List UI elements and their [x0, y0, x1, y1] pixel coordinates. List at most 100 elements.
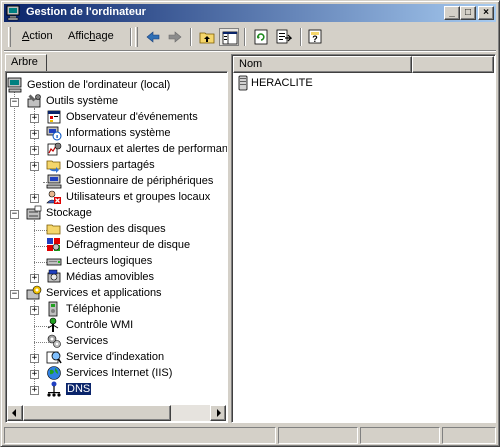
collapse-toggle[interactable]: − — [10, 290, 19, 299]
scroll-thumb[interactable] — [23, 405, 171, 421]
list-item[interactable]: HERACLITE — [235, 75, 435, 91]
tree-label: Service d'indexation — [66, 351, 165, 363]
status-bar-pane — [360, 427, 440, 444]
list-item-label: HERACLITE — [251, 77, 313, 89]
tree-item-disk-management[interactable]: Gestion des disques — [46, 221, 226, 237]
tree-item-services-apps[interactable]: Services et applications — [26, 285, 226, 301]
services-icon — [47, 334, 61, 348]
defragmenter-icon — [47, 238, 60, 251]
tree-item-wmi[interactable]: Contrôle WMI — [46, 317, 226, 333]
tree-item-removable-media[interactable]: Médias amovibles — [46, 269, 226, 285]
up-one-level-button[interactable] — [197, 28, 217, 46]
tree-item-device-manager[interactable]: Gestionnaire de périphériques — [46, 173, 226, 189]
minimize-button[interactable]: _ — [444, 6, 460, 20]
menu-grip[interactable] — [8, 27, 11, 47]
tree-item-defrag[interactable]: Défragmenteur de disque — [46, 237, 226, 253]
expand-toggle[interactable]: + — [30, 354, 39, 363]
status-bar-pane — [4, 427, 276, 444]
tree-label: Outils système — [46, 95, 119, 107]
computer-management-icon — [6, 5, 20, 21]
services-applications-icon — [26, 285, 42, 300]
status-bar-pane — [278, 427, 358, 444]
tree-item-event-viewer[interactable]: Observateur d'événements — [46, 109, 226, 125]
expand-toggle[interactable]: + — [30, 386, 39, 395]
expand-toggle[interactable]: + — [30, 370, 39, 379]
tree-item-local-users[interactable]: Utilisateurs et groupes locaux — [46, 189, 226, 205]
menu-affichage[interactable]: Affichage — [68, 30, 114, 42]
up-folder-icon — [199, 32, 215, 44]
tab-arbre[interactable]: Arbre — [5, 54, 47, 71]
console-tree[interactable]: Gestion de l'ordinateur (local) − Outils… — [5, 71, 228, 423]
tree-item-telephony[interactable]: Téléphonie — [46, 301, 226, 317]
expand-toggle[interactable]: + — [30, 114, 39, 123]
scroll-left-button[interactable] — [7, 405, 23, 421]
window-title: Gestion de l'ordinateur — [26, 6, 146, 18]
tree-item-indexing[interactable]: Service d'indexation — [46, 349, 226, 365]
close-button[interactable]: × — [478, 6, 494, 20]
tree-item-root[interactable]: Gestion de l'ordinateur (local) — [7, 77, 227, 93]
expand-toggle[interactable]: + — [30, 130, 39, 139]
removable-media-icon — [47, 269, 61, 283]
system-tools-icon — [27, 94, 41, 108]
tree-label: Journaux et alertes de performance — [66, 143, 228, 155]
title-bar[interactable]: Gestion de l'ordinateur _ □ × — [4, 4, 496, 22]
tree-line — [14, 92, 15, 295]
tree-label: Services — [66, 335, 109, 347]
tree-label: Gestion de l'ordinateur (local) — [27, 79, 171, 91]
expand-toggle[interactable]: + — [30, 162, 39, 171]
expand-toggle[interactable]: + — [30, 306, 39, 315]
tree-item-storage[interactable]: Stockage — [26, 205, 226, 221]
svg-text:?: ? — [312, 34, 318, 44]
tree-item-logical-drives[interactable]: Lecteurs logiques — [46, 253, 226, 269]
tree-item-system-info[interactable]: Informations système — [46, 125, 226, 141]
maximize-button[interactable]: □ — [460, 6, 476, 20]
menu-toolbar-row: Action Affichage ? — [4, 25, 496, 49]
back-button[interactable] — [143, 28, 163, 46]
expand-toggle[interactable]: + — [30, 194, 39, 203]
column-header-nom[interactable]: Nom — [233, 56, 412, 73]
help-button[interactable]: ? — [306, 28, 326, 46]
tree-item-shared-folders[interactable]: Dossiers partagés — [46, 157, 226, 173]
storage-icon — [26, 205, 42, 220]
internet-services-icon — [47, 366, 61, 380]
export-list-button[interactable] — [274, 28, 294, 46]
toolbar-separator — [300, 28, 302, 46]
system-info-icon — [46, 126, 62, 141]
toolbar-grip[interactable] — [135, 27, 138, 47]
result-list-pane[interactable]: Nom HERACLITE — [231, 54, 496, 423]
tree-item-perf-logs[interactable]: Journaux et alertes de performance — [46, 141, 228, 157]
menu-action[interactable]: Action — [22, 30, 53, 42]
forward-button[interactable] — [165, 28, 185, 46]
tree-label: Médias amovibles — [66, 271, 155, 283]
expand-toggle[interactable]: + — [30, 146, 39, 155]
tree-label: Dossiers partagés — [66, 159, 155, 171]
users-groups-icon — [46, 190, 61, 204]
dns-icon — [47, 381, 61, 397]
indexing-service-icon — [46, 351, 62, 364]
tree-item-iis[interactable]: Services Internet (IIS) — [46, 365, 226, 381]
collapse-toggle[interactable]: − — [10, 98, 19, 107]
tree-horizontal-scrollbar[interactable] — [7, 405, 226, 421]
scroll-right-button[interactable] — [210, 405, 226, 421]
refresh-button[interactable] — [251, 28, 271, 46]
device-manager-icon — [46, 174, 62, 189]
tree-item-services[interactable]: Services — [46, 333, 226, 349]
tree-label: Utilisateurs et groupes locaux — [66, 191, 211, 203]
back-arrow-icon — [146, 31, 160, 43]
right-arrow-icon — [217, 409, 221, 417]
tree-label: Contrôle WMI — [66, 319, 134, 331]
tree-label: Informations système — [66, 127, 171, 139]
tree-item-system-tools[interactable]: Outils système — [26, 93, 226, 109]
expand-toggle[interactable]: + — [30, 274, 39, 283]
tree-item-dns[interactable]: DNS — [46, 381, 226, 397]
export-list-icon — [276, 29, 292, 44]
tree-label: Téléphonie — [66, 303, 121, 315]
wmi-control-icon — [47, 317, 59, 332]
show-hide-tree-button[interactable] — [219, 28, 239, 46]
refresh-icon — [254, 29, 268, 45]
collapse-toggle[interactable]: − — [10, 210, 19, 219]
toolbar-separator — [130, 28, 132, 46]
column-header-empty[interactable] — [412, 56, 494, 73]
disk-management-icon — [46, 224, 61, 235]
tree-label: Observateur d'événements — [66, 111, 198, 123]
